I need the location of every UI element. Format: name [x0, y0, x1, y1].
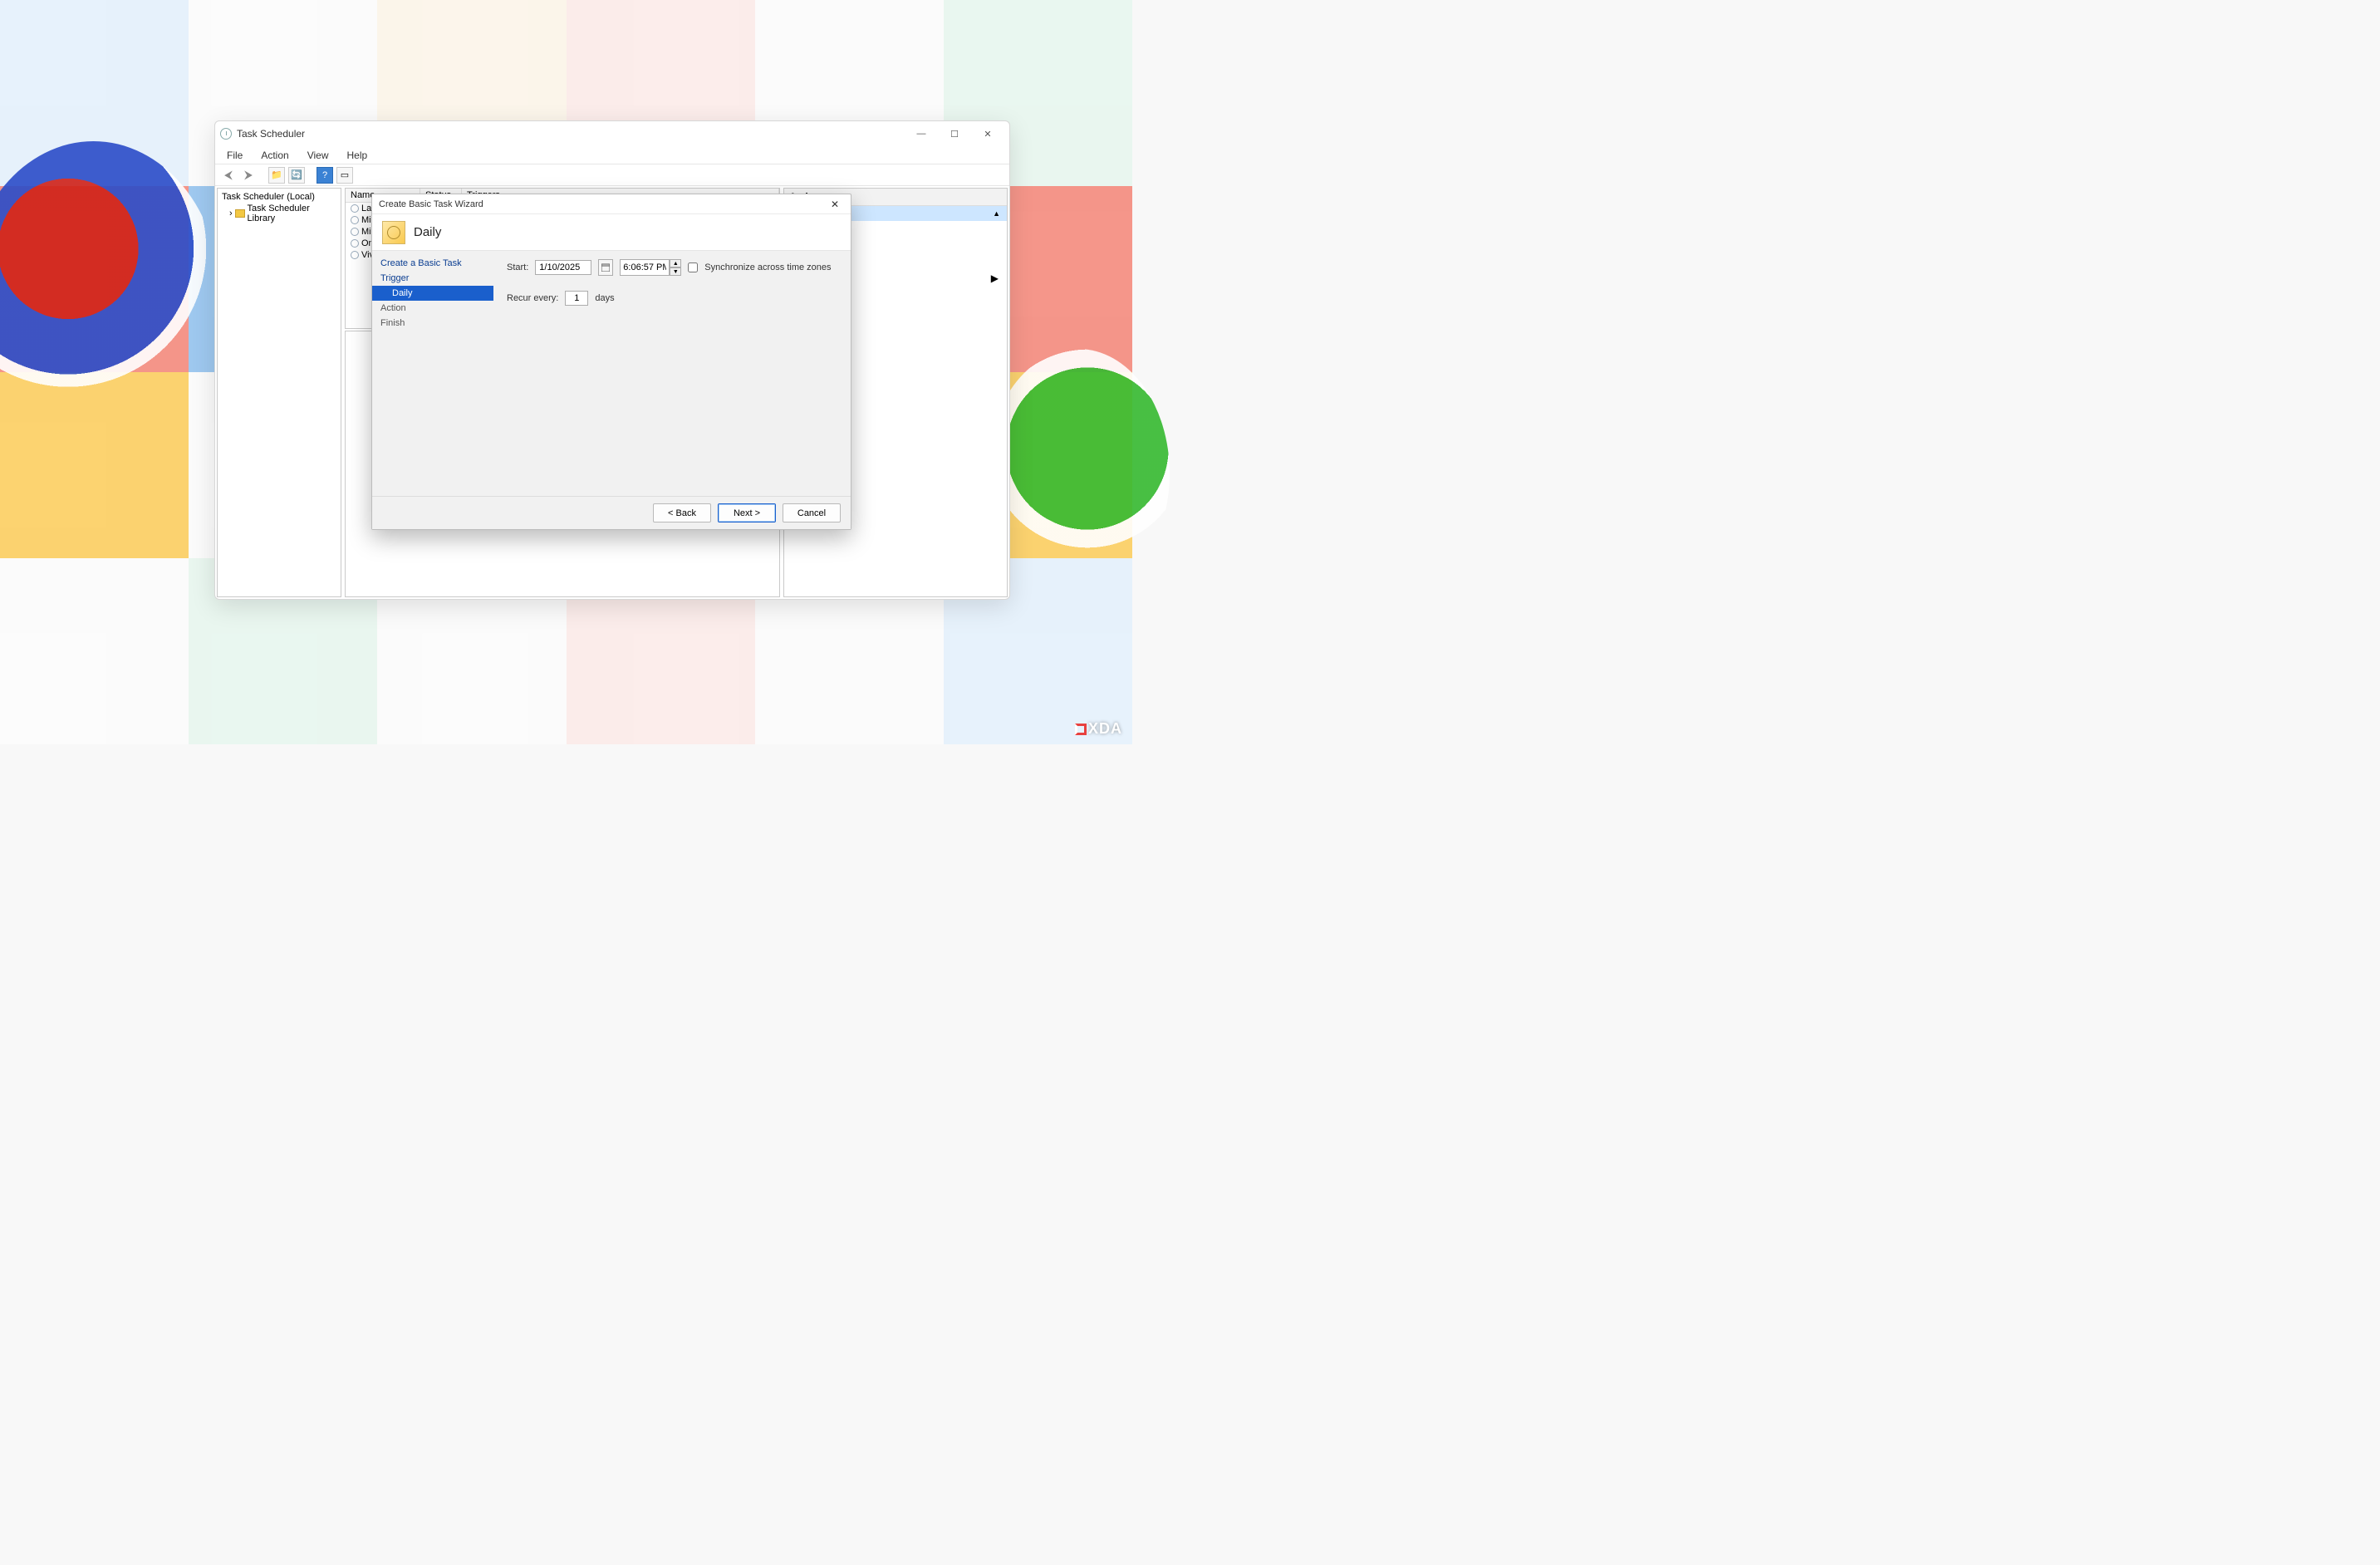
calendar-icon: [601, 263, 610, 272]
menu-help[interactable]: Help: [344, 148, 371, 163]
time-spin-down[interactable]: ▼: [670, 267, 681, 276]
start-label: Start:: [507, 262, 528, 272]
titlebar[interactable]: Task Scheduler — ☐ ✕: [215, 121, 1009, 146]
tree-pane[interactable]: Task Scheduler (Local) › Task Scheduler …: [217, 188, 341, 597]
nav-back-button[interactable]: ⮜: [220, 168, 237, 182]
wizard-form: Start: ▲ ▼ Synchronize across time zones…: [493, 251, 851, 496]
dialog-header: Daily: [372, 214, 851, 251]
back-button[interactable]: < Back: [653, 503, 711, 522]
wizard-icon: [382, 221, 405, 244]
step-action: Action: [372, 301, 493, 316]
tree-library-label: Task Scheduler Library: [248, 204, 339, 223]
recur-every-input[interactable]: [565, 291, 588, 306]
maximize-button[interactable]: ☐: [938, 123, 971, 145]
step-finish: Finish: [372, 316, 493, 331]
step-create-basic-task[interactable]: Create a Basic Task: [372, 256, 493, 271]
collapse-icon: ▲: [993, 209, 1000, 218]
next-button[interactable]: Next >: [718, 503, 776, 522]
menubar: File Action View Help: [215, 146, 1009, 164]
tree-library[interactable]: › Task Scheduler Library: [229, 204, 339, 223]
sync-timezones-label: Synchronize across time zones: [704, 262, 831, 272]
yoshi-illustration: [987, 349, 1170, 598]
sync-timezones-checkbox[interactable]: [688, 262, 698, 272]
clock-icon: [351, 239, 359, 248]
clock-icon: [351, 204, 359, 213]
recur-label: Recur every:: [507, 293, 558, 303]
clock-icon: [220, 128, 232, 140]
dialog-title: Create Basic Task Wizard: [379, 199, 483, 209]
wizard-heading: Daily: [414, 225, 441, 239]
window-title: Task Scheduler: [237, 128, 305, 140]
folder-icon: [235, 209, 245, 218]
dialog-footer: < Back Next > Cancel: [372, 496, 851, 529]
dialog-titlebar[interactable]: Create Basic Task Wizard ✕: [372, 194, 851, 214]
clock-icon: [351, 228, 359, 236]
xda-logo-icon: [1075, 724, 1087, 735]
xda-watermark: XDA: [1075, 720, 1122, 738]
toolbar-btn-4[interactable]: ▭: [336, 167, 353, 184]
dialog-close-button[interactable]: ✕: [826, 199, 844, 210]
recur-unit: days: [595, 293, 614, 303]
clock-icon: [351, 216, 359, 224]
tree-root-label: Task Scheduler (Local): [222, 192, 315, 202]
start-date-input[interactable]: [535, 260, 591, 275]
menu-action[interactable]: Action: [258, 148, 292, 163]
cancel-button[interactable]: Cancel: [783, 503, 841, 522]
minimize-button[interactable]: —: [905, 123, 938, 145]
calendar-button[interactable]: [598, 259, 613, 276]
toolbar-help-button[interactable]: ?: [317, 167, 333, 184]
toolbar-btn-1[interactable]: 📁: [268, 167, 285, 184]
start-time-input[interactable]: [620, 259, 670, 276]
step-trigger[interactable]: Trigger: [372, 271, 493, 286]
tree-root[interactable]: Task Scheduler (Local): [219, 192, 339, 202]
nav-forward-button[interactable]: ⮞: [240, 168, 257, 182]
clock-icon: [351, 251, 359, 259]
step-daily[interactable]: Daily: [372, 286, 493, 301]
wizard-steps: Create a Basic Task Trigger Daily Action…: [372, 251, 493, 496]
menu-file[interactable]: File: [223, 148, 246, 163]
close-button[interactable]: ✕: [971, 123, 1004, 145]
time-spin-up[interactable]: ▲: [670, 259, 681, 267]
toolbar: ⮜ ⮞ 📁 🔄 ? ▭: [215, 164, 1009, 186]
toolbar-btn-2[interactable]: 🔄: [288, 167, 305, 184]
menu-view[interactable]: View: [304, 148, 332, 163]
create-basic-task-wizard: Create Basic Task Wizard ✕ Daily Create …: [371, 194, 851, 530]
